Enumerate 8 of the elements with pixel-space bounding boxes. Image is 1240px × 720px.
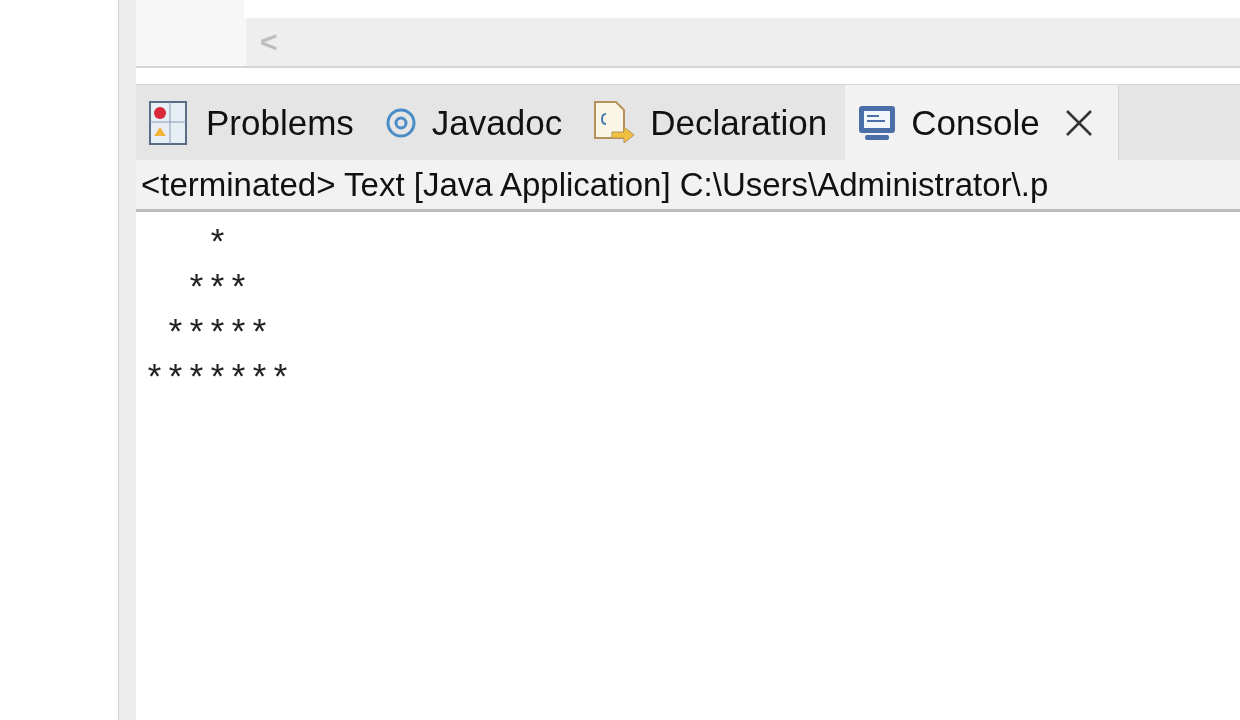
console-output: * *** ***** *******	[144, 225, 292, 403]
view-tab[interactable]: Problems	[136, 85, 372, 160]
close-icon[interactable]	[1063, 107, 1094, 138]
view-tab[interactable]: Declaration	[580, 85, 846, 160]
view-tab[interactable]: Console	[845, 85, 1119, 160]
document-arrow-icon	[592, 99, 637, 146]
view-tab[interactable]: Javadoc	[371, 85, 581, 160]
monitor-icon	[857, 103, 898, 142]
